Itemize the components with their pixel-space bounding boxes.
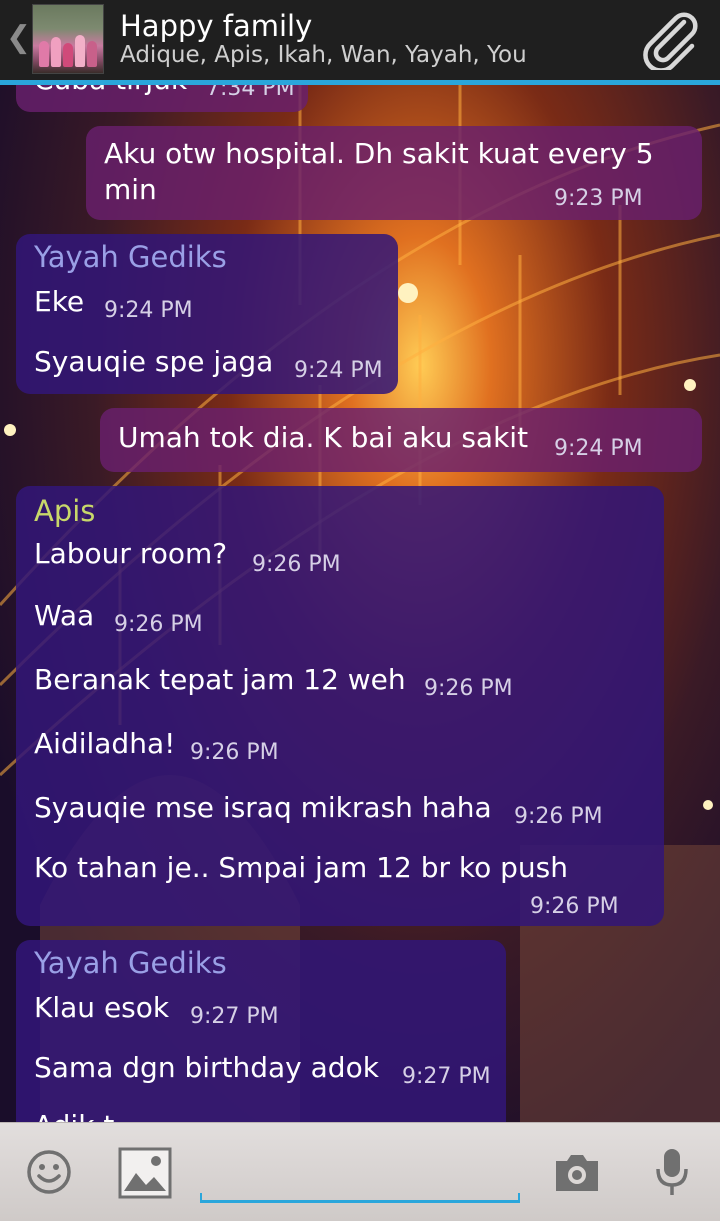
- message-text: Waa: [34, 599, 95, 632]
- message-bubble-outgoing[interactable]: Aku otw hospital. Dh sakit kuat every 5 …: [86, 126, 702, 220]
- composer-bar: [0, 1122, 720, 1221]
- message-time: 9:24 PM: [104, 298, 193, 323]
- sender-name: Apis: [34, 494, 96, 528]
- message-text: Labour room?: [34, 537, 228, 570]
- message-bubble-outgoing[interactable]: Umah tok dia. K bai aku sakit 9:24 PM: [100, 408, 702, 472]
- message-text: Umah tok dia. K bai aku sakit: [118, 421, 529, 454]
- message-time: 9:26 PM: [252, 552, 341, 577]
- image-icon[interactable]: [118, 1147, 172, 1199]
- message-group-incoming[interactable]: Yayah Gediks Klau esok 9:27 PM Sama dgn …: [16, 940, 506, 1142]
- message-text: Aku otw hospital. Dh sakit kuat every 5: [104, 137, 654, 170]
- chat-header: ❮ Happy family Adique, Apis, Ikah, Wan, …: [0, 0, 720, 80]
- message-text: Beranak tepat jam 12 weh: [34, 663, 406, 696]
- message-input[interactable]: [200, 1193, 520, 1203]
- message-time: 9:26 PM: [514, 804, 603, 829]
- message-text: min: [104, 173, 157, 206]
- message-time: 9:26 PM: [424, 676, 513, 701]
- message-time: 9:26 PM: [114, 612, 203, 637]
- camera-icon[interactable]: [552, 1151, 602, 1193]
- chat-title[interactable]: Happy family: [120, 8, 312, 44]
- message-time: 9:23 PM: [554, 186, 643, 211]
- chat-members[interactable]: Adique, Apis, Ikah, Wan, Yayah, You: [120, 40, 527, 70]
- message-group-incoming[interactable]: Yayah Gediks Eke 9:24 PM Syauqie spe jag…: [16, 234, 398, 394]
- message-time: 9:27 PM: [402, 1064, 491, 1089]
- group-avatar[interactable]: [32, 4, 104, 74]
- sender-name: Yayah Gediks: [34, 240, 227, 274]
- message-time: 9:24 PM: [294, 358, 383, 383]
- message-time: 9:26 PM: [190, 740, 279, 765]
- message-time: 9:27 PM: [190, 1004, 279, 1029]
- message-group-incoming[interactable]: Apis Labour room? 9:26 PM Waa 9:26 PM Be…: [16, 486, 664, 926]
- message-text: Klau esok: [34, 991, 170, 1024]
- message-text: Sama dgn birthday adok: [34, 1051, 379, 1084]
- paperclip-icon[interactable]: [640, 10, 700, 70]
- header-accent-bar: [0, 80, 720, 85]
- message-time: 9:26 PM: [530, 894, 619, 919]
- message-text: Syauqie mse israq mikrash haha: [34, 791, 492, 824]
- smiley-icon[interactable]: [26, 1149, 72, 1195]
- message-text: Ko tahan je.. Smpai jam 12 br ko push: [34, 851, 568, 884]
- message-text: Syauqie spe jaga: [34, 345, 274, 378]
- message-text: Eke: [34, 285, 85, 318]
- message-text: Aidiladha!: [34, 727, 176, 760]
- microphone-icon[interactable]: [652, 1147, 692, 1199]
- message-time: 9:24 PM: [554, 436, 643, 461]
- chevron-left-icon[interactable]: ❮: [6, 20, 31, 56]
- sender-name: Yayah Gediks: [34, 946, 227, 980]
